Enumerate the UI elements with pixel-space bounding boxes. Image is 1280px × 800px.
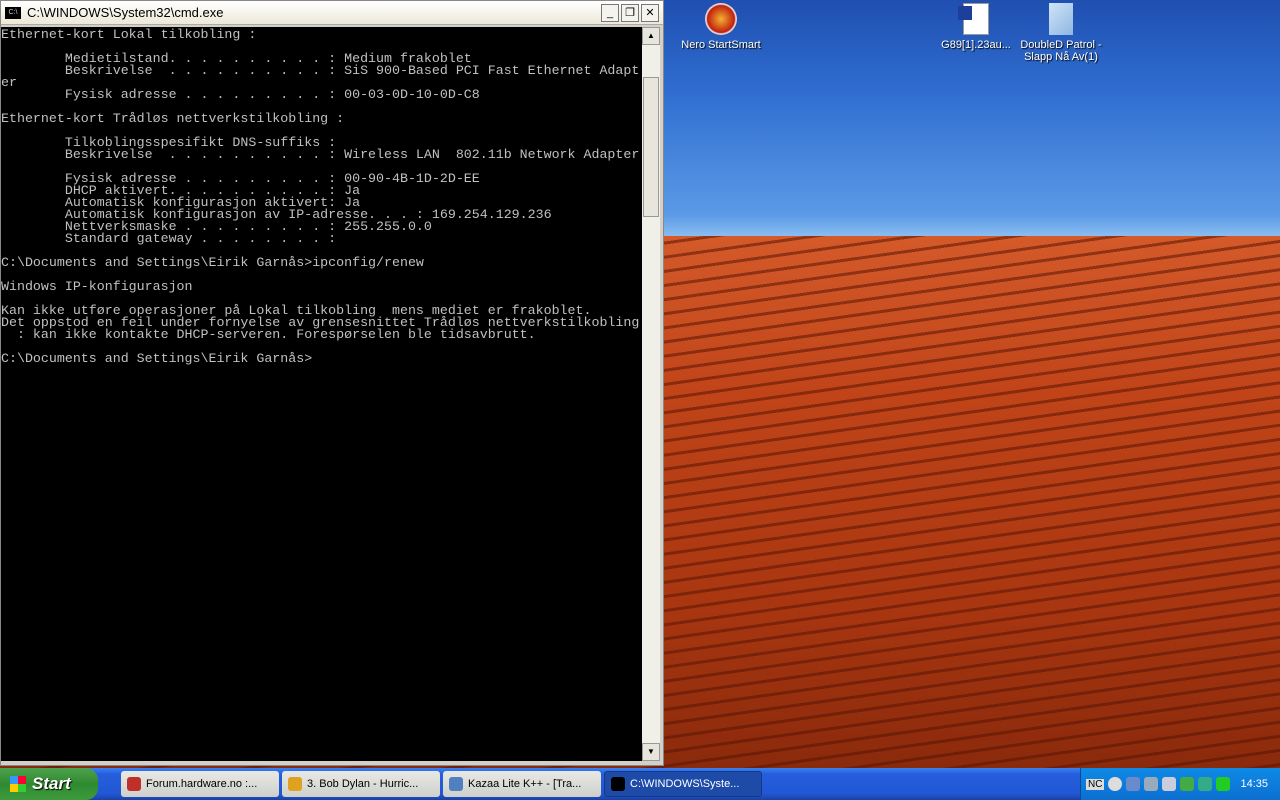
windows-logo-icon	[10, 776, 26, 792]
cmd-window[interactable]: C:\ C:\WINDOWS\System32\cmd.exe _ ❐ ✕ Et…	[0, 0, 664, 766]
scroll-down-button[interactable]: ▼	[642, 743, 660, 761]
icon-label: G89[1].23au...	[941, 39, 1011, 51]
start-label: Start	[32, 774, 71, 793]
console-line: Ethernet-kort Lokal tilkobling :	[1, 27, 257, 42]
tray-language-indicator[interactable]: NC	[1086, 778, 1105, 790]
task-label: Forum.hardware.no :...	[146, 778, 258, 790]
console-line: Beskrivelse . . . . . . . . . . : Wirele…	[1, 147, 640, 162]
icon-label: DoubleD Patrol - Slapp Nå Av(1)	[1020, 39, 1102, 63]
volume-icon[interactable]	[1162, 777, 1177, 791]
restore-button[interactable]: ❐	[621, 3, 639, 22]
kazaa-tray-icon[interactable]	[1144, 777, 1159, 791]
taskbar-button[interactable]: 3. Bob Dylan - Hurric...	[282, 771, 440, 797]
console-line: C:\Documents and Settings\Eirik Garnås>	[1, 351, 313, 366]
taskbar-button[interactable]: C:\WINDOWS\Syste...	[604, 771, 762, 797]
system-tray: NC 14:35	[1080, 768, 1280, 800]
cmd-icon: C:\	[5, 6, 21, 19]
console-line: Standard gateway . . . . . . . . :	[1, 231, 337, 246]
taskbar: Start Forum.hardware.no :... 3. Bob Dylan…	[0, 768, 1280, 800]
network-icon[interactable]	[1126, 777, 1141, 791]
task-app-icon	[288, 777, 302, 791]
console-line: Fysisk adresse . . . . . . . . . : 00-03…	[1, 87, 480, 102]
desktop-icon-nero[interactable]: Nero StartSmart	[673, 3, 769, 51]
minimize-button[interactable]: _	[601, 3, 619, 22]
console-line: Beskrivelse . . . . . . . . . . : SiS 90…	[1, 63, 640, 78]
icon-label: Nero StartSmart	[681, 39, 761, 51]
task-label: 3. Bob Dylan - Hurric...	[307, 778, 419, 790]
task-app-icon	[127, 777, 141, 791]
window-title: C:\WINDOWS\System32\cmd.exe	[27, 5, 224, 20]
tray-expand-icon[interactable]	[1108, 777, 1123, 791]
scroll-up-button[interactable]: ▲	[642, 27, 660, 45]
word-document-icon	[958, 3, 989, 35]
console-line: C:\Documents and Settings\Eirik Garnås>i…	[1, 255, 424, 270]
console-line: : kan ikke kontakte DHCP-serveren. Fores…	[1, 327, 536, 342]
console-output[interactable]: Ethernet-kort Lokal tilkobling : Medieti…	[1, 27, 642, 761]
task-label: C:\WINDOWS\Syste...	[630, 778, 740, 790]
msn-icon[interactable]	[1180, 777, 1195, 791]
close-button[interactable]: ✕	[641, 3, 659, 22]
taskbar-button[interactable]: Forum.hardware.no :...	[121, 771, 279, 797]
scroll-thumb[interactable]	[643, 77, 659, 217]
desktop-icon-word-doc[interactable]: G89[1].23au...	[928, 3, 1024, 51]
norton-icon[interactable]	[1198, 777, 1213, 791]
tray-app-icon[interactable]	[1216, 777, 1231, 791]
console-line: Windows IP-konfigurasjon	[1, 279, 193, 294]
winamp-file-icon	[1049, 3, 1073, 35]
desktop-icon-doubled-patrol[interactable]: DoubleD Patrol - Slapp Nå Av(1)	[1013, 3, 1109, 63]
start-button[interactable]: Start	[0, 768, 98, 800]
task-app-icon	[449, 777, 463, 791]
nero-icon	[705, 3, 737, 35]
task-app-icon	[611, 777, 625, 791]
taskbar-button[interactable]: Kazaa Lite K++ - [Tra...	[443, 771, 601, 797]
title-bar[interactable]: C:\ C:\WINDOWS\System32\cmd.exe _ ❐ ✕	[1, 1, 663, 25]
task-label: Kazaa Lite K++ - [Tra...	[468, 778, 582, 790]
clock[interactable]: 14:35	[1240, 778, 1268, 790]
console-line: Ethernet-kort Trådløs nettverkstilkoblin…	[1, 111, 345, 126]
vertical-scrollbar[interactable]: ▲ ▼	[642, 27, 660, 761]
